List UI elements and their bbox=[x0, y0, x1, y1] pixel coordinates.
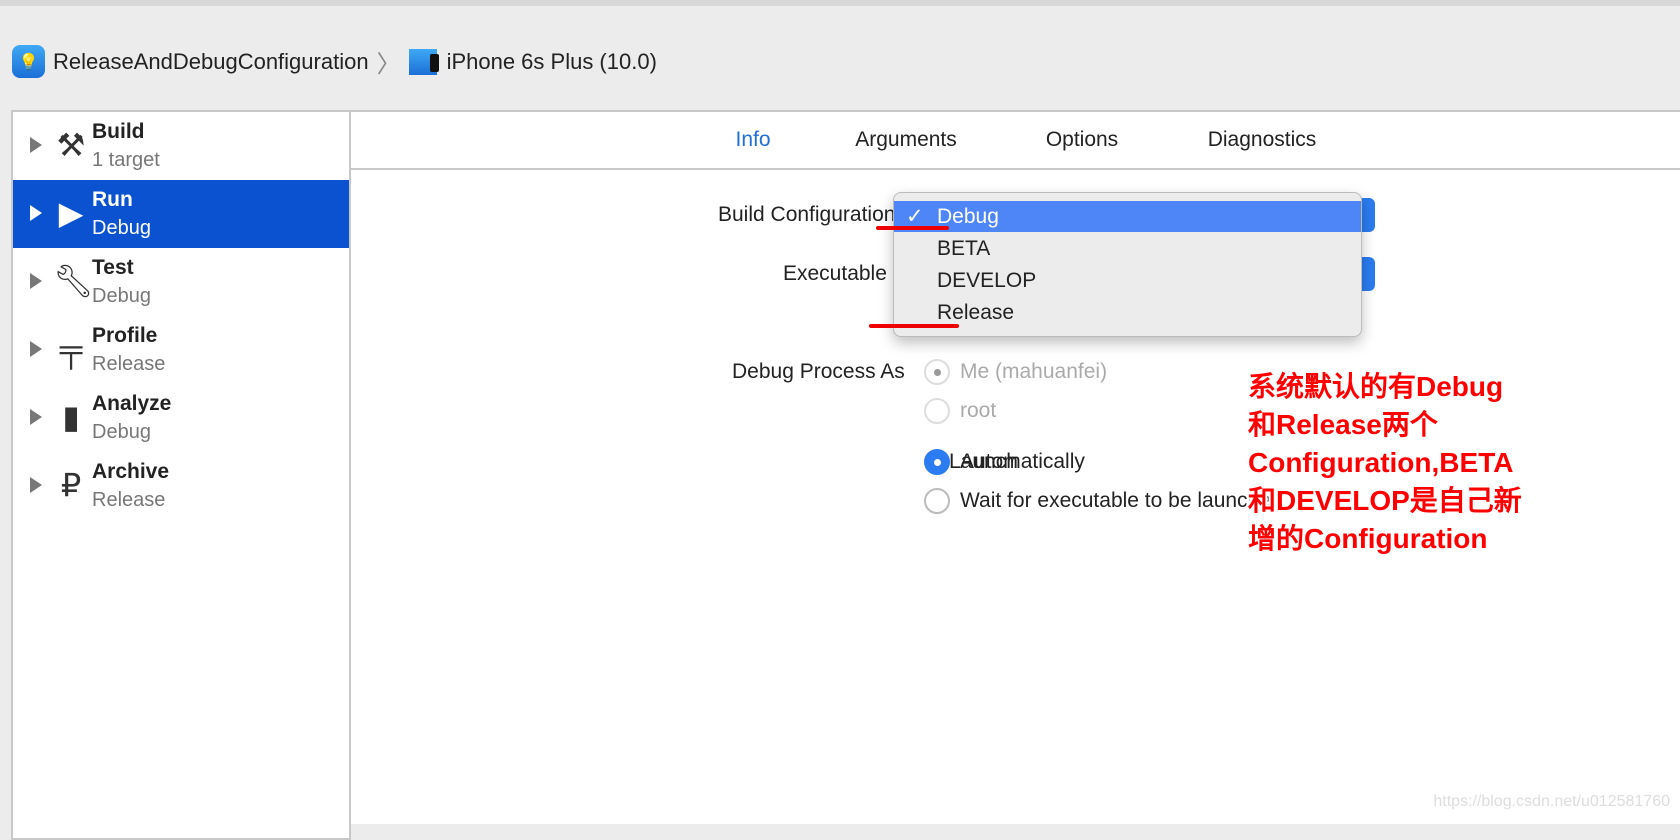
breadcrumb-device[interactable]: iPhone 6s Plus (10.0) bbox=[447, 49, 657, 75]
instruments-icon: ╤ bbox=[59, 331, 83, 367]
tab-options[interactable]: Options bbox=[1046, 128, 1118, 152]
item-title: Analyze bbox=[92, 392, 172, 415]
radio-wait-label: Wait for executable to be launched bbox=[960, 489, 1283, 512]
menu-item-develop[interactable]: DEVELOP bbox=[894, 265, 1361, 296]
disclosure-triangle-icon[interactable] bbox=[30, 273, 42, 289]
menu-item-label: DEVELOP bbox=[937, 269, 1037, 292]
sidebar-item-build[interactable]: ⚒ Build 1 target bbox=[13, 112, 349, 180]
item-title: Build bbox=[92, 120, 145, 143]
disclosure-triangle-icon[interactable] bbox=[30, 205, 42, 221]
sidebar-item-test[interactable]: 🔧︎ Test Debug bbox=[13, 248, 349, 316]
tab-diagnostics[interactable]: Diagnostics bbox=[1208, 128, 1317, 152]
menu-item-label: Debug bbox=[937, 205, 999, 228]
item-title: Run bbox=[92, 188, 133, 211]
sidebar-item-run[interactable]: ▶ Run Debug bbox=[13, 180, 349, 248]
tab-bar: Info Arguments Options Diagnostics bbox=[351, 112, 1680, 170]
disclosure-triangle-icon[interactable] bbox=[30, 137, 42, 153]
radio-me[interactable] bbox=[924, 359, 950, 385]
breadcrumb: 💡 ReleaseAndDebugConfiguration 〉 iPhone … bbox=[12, 44, 657, 79]
menu-item-release[interactable]: Release bbox=[894, 297, 1361, 328]
item-subtitle: Debug bbox=[92, 217, 151, 239]
radio-root-label: root bbox=[960, 399, 997, 422]
annotation-text: 系统默认的有Debug 和Release两个 Configuration,BET… bbox=[1248, 368, 1522, 558]
archive-icon: ₽ bbox=[60, 467, 82, 503]
sidebar-item-profile[interactable]: ╤ Profile Release bbox=[13, 316, 349, 384]
disclosure-triangle-icon[interactable] bbox=[30, 341, 42, 357]
item-subtitle: Debug bbox=[92, 421, 151, 443]
item-title: Profile bbox=[92, 324, 158, 347]
item-subtitle: 1 target bbox=[92, 149, 160, 171]
item-title: Archive bbox=[92, 460, 170, 483]
radio-root[interactable] bbox=[924, 398, 950, 424]
annotation-line: 和Release两个 bbox=[1248, 409, 1438, 440]
radio-me-label: Me (mahuanfei) bbox=[960, 360, 1108, 383]
hammer-icon: ⚒ bbox=[56, 127, 86, 163]
window-top-bar bbox=[0, 0, 1680, 6]
menu-item-debug[interactable]: ✓ Debug bbox=[894, 201, 1361, 232]
scheme-actions-sidebar: ⚒ Build 1 target ▶ Run Debug 🔧︎ Test Deb… bbox=[11, 110, 351, 840]
watermark: https://blog.csdn.net/u012581760 bbox=[1433, 793, 1670, 810]
item-subtitle: Release bbox=[92, 489, 166, 511]
item-subtitle: Debug bbox=[92, 285, 151, 307]
tab-info[interactable]: Info bbox=[735, 128, 770, 152]
simulator-icon bbox=[408, 48, 439, 75]
tab-arguments[interactable]: Arguments bbox=[855, 128, 957, 152]
sidebar-item-analyze[interactable]: ▮ Analyze Debug bbox=[13, 384, 349, 452]
radio-wait[interactable] bbox=[924, 488, 950, 514]
play-icon: ▶ bbox=[58, 195, 84, 231]
annotation-line: 和DEVELOP是自己新 bbox=[1248, 485, 1522, 516]
executable-label: Executable bbox=[783, 262, 887, 285]
build-configuration-menu: ✓ Debug BETA DEVELOP Release bbox=[893, 192, 1362, 337]
annotation-line: Configuration,BETA bbox=[1248, 447, 1514, 478]
red-underline-release bbox=[869, 324, 959, 328]
radio-automatically-label: Automatically bbox=[960, 450, 1085, 473]
item-title: Test bbox=[92, 256, 134, 279]
menu-item-label: BETA bbox=[937, 237, 991, 260]
build-configuration-label: Build Configuration bbox=[718, 203, 896, 226]
app-icon: 💡 bbox=[12, 45, 45, 78]
radio-automatically[interactable] bbox=[924, 449, 950, 475]
menu-item-label: Release bbox=[937, 301, 1015, 324]
item-subtitle: Release bbox=[92, 353, 166, 375]
chevron-right-icon: 〉 bbox=[376, 51, 401, 78]
annotation-line: 增的Configuration bbox=[1248, 523, 1488, 554]
breadcrumb-project[interactable]: ReleaseAndDebugConfiguration bbox=[53, 49, 369, 75]
wrench-icon: 🔧︎ bbox=[53, 263, 94, 299]
disclosure-triangle-icon[interactable] bbox=[30, 409, 42, 425]
sidebar-item-archive[interactable]: ₽ Archive Release bbox=[13, 452, 349, 520]
disclosure-triangle-icon[interactable] bbox=[30, 477, 42, 493]
annotation-line: 系统默认的有Debug bbox=[1248, 371, 1504, 402]
debug-process-label: Debug Process As bbox=[732, 360, 905, 383]
analyze-icon: ▮ bbox=[62, 399, 80, 435]
red-underline-debug bbox=[876, 226, 949, 230]
menu-item-beta[interactable]: BETA bbox=[894, 233, 1361, 264]
